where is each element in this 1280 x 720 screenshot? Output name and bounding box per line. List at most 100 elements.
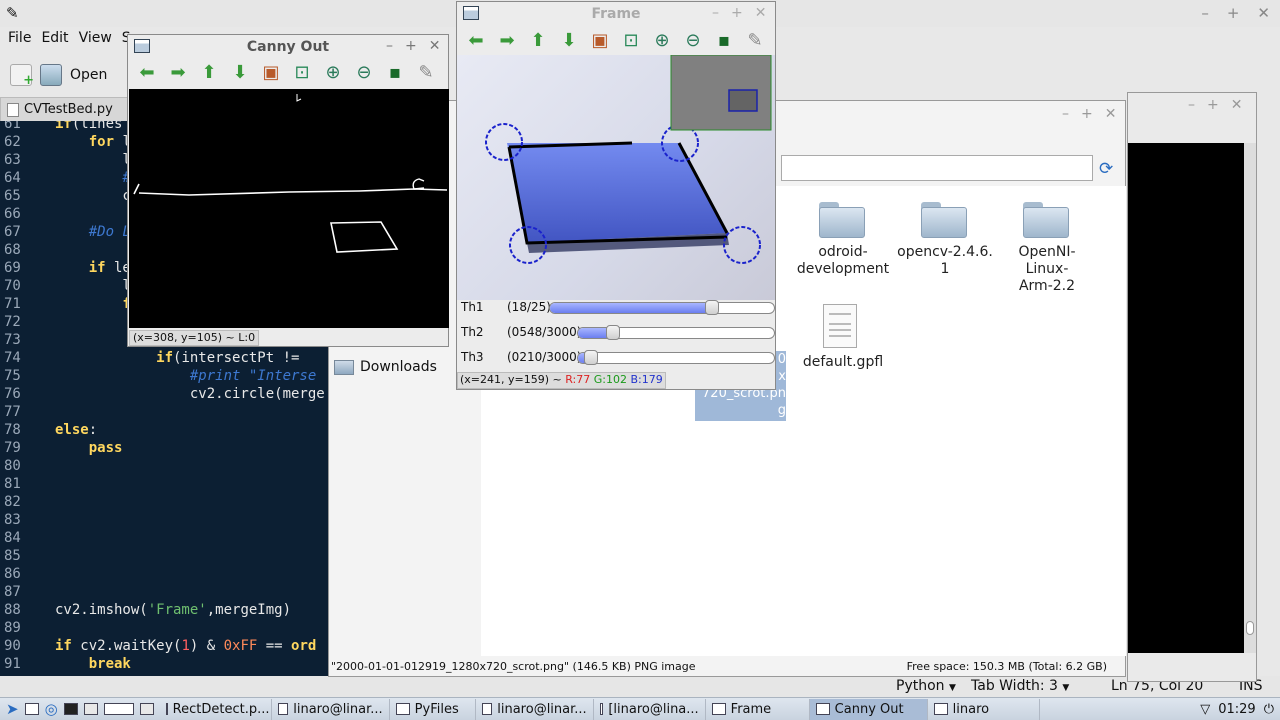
pan-right-icon[interactable]: ➡ (496, 30, 518, 52)
zoom-original-icon[interactable]: ▣ (260, 62, 282, 84)
code-line[interactable]: 88 cv2.imshow('Frame',mergeImg) (0, 601, 330, 619)
code-line[interactable]: 89 (0, 619, 330, 637)
menu-edit[interactable]: Edit (41, 30, 68, 52)
menu-file[interactable]: File (8, 30, 31, 52)
slider-handle[interactable] (606, 325, 621, 340)
taskbar-item[interactable]: linaro (928, 698, 1040, 720)
file-manager-icon[interactable] (24, 703, 39, 715)
zoom-out-icon[interactable]: ⊖ (682, 30, 704, 52)
refresh-icon[interactable]: ⟳ (1099, 159, 1113, 179)
folder-label-odroid[interactable]: odroid- development (791, 244, 895, 278)
frame-camera-image[interactable] (457, 55, 775, 300)
code-line[interactable]: 84 (0, 529, 330, 547)
code-line[interactable]: 81 (0, 475, 330, 493)
pan-left-icon[interactable]: ⬅ (136, 62, 158, 84)
workspace-switcher-icon[interactable] (103, 703, 134, 715)
minimize-icon[interactable]: – (1062, 106, 1069, 122)
code-line[interactable]: 79 pass (0, 439, 330, 457)
code-line[interactable]: 83 (0, 511, 330, 529)
zoom-original-icon[interactable]: ▣ (589, 30, 611, 52)
slider-track[interactable] (549, 302, 775, 314)
maximize-icon[interactable]: + (731, 5, 743, 21)
location-bar[interactable] (781, 155, 1093, 181)
text-file-icon[interactable] (823, 304, 857, 348)
code-line[interactable]: 77 (0, 403, 330, 421)
code-line[interactable]: 76 cv2.circle(merge (0, 385, 330, 403)
slider-th3[interactable]: Th3 (0210/3000) (461, 348, 777, 368)
minimize-icon[interactable]: – (1188, 97, 1195, 113)
browser-icon[interactable]: ◎ (45, 700, 58, 718)
clock[interactable]: 01:29 (1218, 702, 1255, 717)
properties-icon[interactable]: ✎ (744, 30, 766, 52)
save-icon[interactable]: ▪ (713, 30, 735, 52)
terminal-scrollbar[interactable] (1244, 143, 1256, 653)
pan-up-icon[interactable]: ⬆ (198, 62, 220, 84)
close-icon[interactable]: ✕ (1105, 106, 1117, 122)
code-line[interactable]: 91 break (0, 655, 330, 673)
taskbar-item[interactable]: PyFiles (390, 698, 476, 720)
maximize-icon[interactable]: + (1081, 106, 1093, 122)
minimize-icon[interactable]: – (386, 38, 393, 54)
code-line[interactable]: 86 (0, 565, 330, 583)
code-line[interactable]: 74 if(intersectPt != (0, 349, 330, 367)
open-file-icon[interactable] (40, 64, 62, 86)
tab-cvtestbed[interactable]: CVTestBed.py (0, 97, 128, 121)
pan-down-icon[interactable]: ⬇ (558, 30, 580, 52)
maximize-icon[interactable]: + (405, 38, 417, 54)
menu-view[interactable]: View (79, 30, 112, 52)
code-line[interactable]: 78 else: (0, 421, 330, 439)
code-line[interactable]: 87 (0, 583, 330, 601)
close-icon[interactable]: ✕ (429, 38, 441, 54)
minimize-icon[interactable]: – (1201, 4, 1209, 22)
taskbar-item[interactable]: linaro@linar... (272, 698, 390, 720)
taskbar-item[interactable]: Frame (706, 698, 810, 720)
close-icon[interactable]: ✕ (1231, 97, 1243, 113)
slider-handle[interactable] (583, 350, 598, 365)
folder-icon[interactable] (819, 202, 865, 238)
slider-th2[interactable]: Th2 (0548/3000) (461, 323, 777, 343)
taskbar-item[interactable]: [linaro@lina... (594, 698, 706, 720)
terminal-icon[interactable] (63, 703, 78, 715)
folder-icon[interactable] (921, 202, 967, 238)
folder-icon[interactable] (1023, 202, 1069, 238)
close-icon[interactable]: ✕ (1257, 4, 1270, 22)
zoom-in-icon[interactable]: ⊕ (651, 30, 673, 52)
terminal-output[interactable] (1128, 143, 1244, 653)
pan-down-icon[interactable]: ⬇ (229, 62, 251, 84)
desktop-icon[interactable] (83, 703, 98, 715)
wifi-icon[interactable]: ▽ (1200, 702, 1210, 717)
open-button[interactable]: Open (70, 67, 107, 83)
slider-track[interactable] (577, 352, 775, 364)
taskbar-item[interactable]: RectDetect.p... (160, 698, 272, 720)
file-label-default-gpfl[interactable]: default.gpfl (791, 354, 895, 371)
zoom-out-icon[interactable]: ⊖ (353, 62, 375, 84)
pan-up-icon[interactable]: ⬆ (527, 30, 549, 52)
close-icon[interactable]: ✕ (755, 5, 767, 21)
slider-handle[interactable] (704, 300, 719, 315)
minimize-icon[interactable]: – (712, 5, 719, 21)
save-icon[interactable]: ▪ (384, 62, 406, 84)
menu-start-icon[interactable]: ➤ (6, 700, 19, 718)
zoom-in-icon[interactable]: ⊕ (322, 62, 344, 84)
filetype-dropdown[interactable]: Python ▼ (896, 678, 956, 694)
canny-edge-image[interactable] (129, 89, 449, 328)
tab-width-dropdown[interactable]: Tab Width: 3 ▼ (971, 678, 1069, 694)
taskbar-item[interactable]: Canny Out (809, 698, 928, 720)
code-line[interactable]: 90 if cv2.waitKey(1) & 0xFF == ord (0, 637, 330, 655)
taskbar-item[interactable]: linaro@linar... (476, 698, 594, 720)
code-line[interactable]: 80 (0, 457, 330, 475)
pan-left-icon[interactable]: ⬅ (465, 30, 487, 52)
show-desktop-icon[interactable] (139, 703, 154, 715)
folder-label-openni[interactable]: OpenNI- Linux- Arm-2.2 (995, 244, 1099, 295)
code-line[interactable]: 85 (0, 547, 330, 565)
folder-label-opencv[interactable]: opencv-2.4.6. 1 (893, 244, 997, 278)
new-file-icon[interactable]: + (10, 64, 34, 88)
zoom-fit-icon[interactable]: ⊡ (291, 62, 313, 84)
zoom-fit-icon[interactable]: ⊡ (620, 30, 642, 52)
power-icon[interactable]: ⏻ (1264, 702, 1274, 717)
slider-th1[interactable]: Th1 (18/25) (461, 298, 777, 318)
code-line[interactable]: 82 (0, 493, 330, 511)
maximize-icon[interactable]: + (1207, 97, 1219, 113)
maximize-icon[interactable]: + (1227, 4, 1240, 22)
code-line[interactable]: 75 #print "Interse (0, 367, 330, 385)
